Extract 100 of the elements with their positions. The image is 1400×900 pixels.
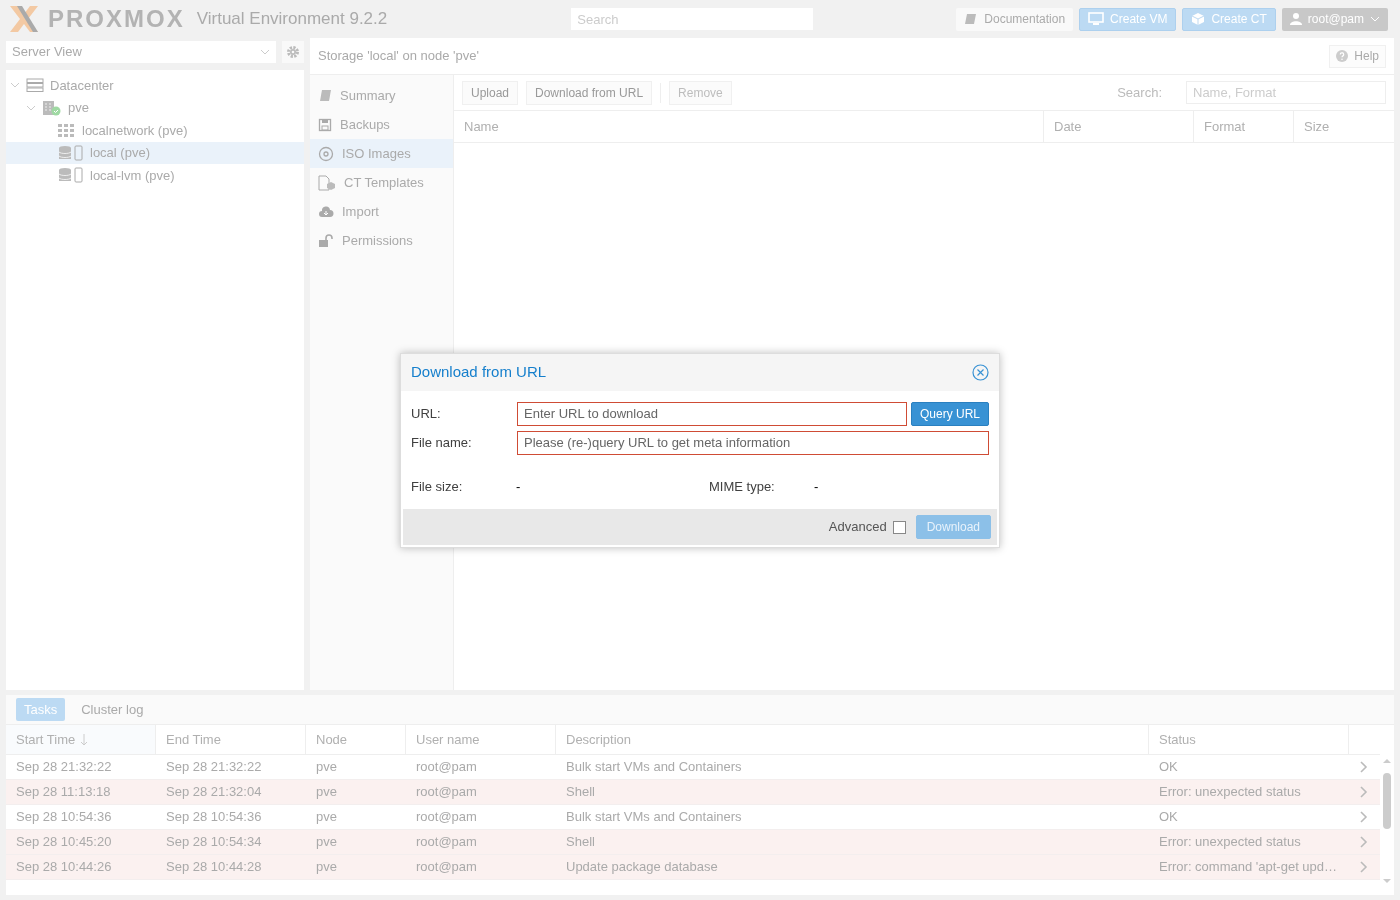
unlock-icon [318,233,334,248]
field-value: - [814,478,819,496]
help-button[interactable]: Help [1329,44,1386,68]
field-label: URL: [411,404,442,423]
column-header[interactable]: Status [1149,725,1349,754]
table-cell-text: Bulk start VMs and Containers [565,808,743,827]
caret-icon [260,48,270,56]
column-header[interactable]: Size [1293,111,1394,142]
table-cell-text: Shell [565,833,596,852]
logo-icon [8,4,40,34]
toolbar-button[interactable]: Download from URL [526,80,653,105]
table-cell-text: Sep 28 10:45:20 [15,833,113,852]
query-url-button[interactable]: Query URL [910,401,989,426]
tree-item[interactable]: Datacenter [6,74,304,97]
table-cell-text: Sep 28 10:44:26 [15,858,113,877]
tab[interactable]: Cluster log [73,698,152,721]
column-header[interactable]: User name [406,725,556,754]
nav-item[interactable]: Permissions [310,226,453,255]
chevron-right-icon [1360,811,1368,823]
monitor-icon [1088,12,1105,26]
field-label: File size: [411,478,464,496]
table-cell-text: pve [315,858,338,877]
view-dropdown[interactable]: Server View [6,41,276,63]
product-title: Virtual Environment 9.2.2 [196,8,388,31]
settings-icon [286,45,300,59]
close-icon [971,364,989,381]
table-cell-text: Sep 28 21:32:22 [165,758,263,777]
chevron-right-icon [1360,761,1368,773]
disc-icon [318,145,334,162]
table-cell-text: pve [315,783,338,802]
table-cell-text: Sep 28 10:44:28 [165,858,263,877]
column-header[interactable]: Start Time [6,725,156,754]
table-cell-text: root@pam [415,858,478,877]
table-cell-text: root@pam [415,833,478,852]
table-cell-text: Shell [565,783,596,802]
column-header[interactable]: Name [454,111,1043,142]
chevron-right-icon [1360,836,1368,848]
column-header[interactable]: Node [306,725,406,754]
table-cell-text: Update package database [565,858,719,877]
table-cell-text: Error: unexpected status [1158,783,1302,802]
table-cell-text: pve [315,833,338,852]
user-icon [1289,12,1302,26]
table-cell-text: Sep 28 21:32:04 [165,783,263,802]
task-row[interactable]: Sep 28 10:45:20 Sep 28 10:54:34 pve root@pam Shell Error: unexpected status [6,830,1380,855]
nav-item[interactable]: Import [310,197,453,226]
table-cell-text: pve [315,758,338,777]
tree-item[interactable]: local (pve) [6,141,304,164]
table-cell-text: root@pam [415,783,478,802]
floppy-icon [318,117,332,132]
settings-button[interactable] [282,41,304,63]
table-cell-text: Sep 28 11:13:18 [15,783,112,802]
caret-icon [1370,15,1380,23]
table-cell-text: root@pam [415,808,478,827]
text-field[interactable]: Please (re-)query URL to get meta information [517,430,989,455]
column-header[interactable]: Date [1043,111,1193,142]
nav-item[interactable]: Summary [310,81,453,110]
cube-icon [1191,12,1206,26]
documentation-button[interactable]: Documentation [956,7,1074,31]
column-header[interactable]: Description [556,725,1149,754]
tree-item[interactable]: local-lvm (pve) [6,164,304,187]
sort-down-icon [79,732,90,747]
panel-title: Storage 'local' on node 'pve' [318,47,479,66]
create-vm-button[interactable]: Create VM [1079,7,1177,31]
help-icon [1336,50,1349,62]
advanced-label: Advanced [828,518,887,537]
nav-item[interactable]: CT Templates [310,168,453,197]
table-cell-text: OK [1158,758,1179,777]
field-label: MIME type: [709,478,776,496]
task-row[interactable]: Sep 28 10:44:26 Sep 28 10:44:28 pve root@pam Update package database Error: command 'apt-get upd… [6,855,1380,880]
toolbar-button[interactable]: Upload [462,80,519,105]
chevron-right-icon [1360,786,1368,798]
database-icon [58,167,84,184]
logo-text: PROXMOX [48,7,185,31]
chevron-right-icon [1360,861,1368,873]
nav-item[interactable]: ISO Images [310,139,453,168]
table-cell-text: Error: command 'apt-get upd… [1158,858,1339,877]
tree-item[interactable]: localnetwork (pve) [6,119,304,142]
text-field[interactable]: Enter URL to download [517,401,907,426]
table-cell-text: Sep 28 10:54:36 [15,808,113,827]
task-row[interactable]: Sep 28 11:13:18 Sep 28 21:32:04 pve root@pam Shell Error: unexpected status [6,780,1380,805]
server-rack-icon [26,78,44,93]
table-cell-text: Sep 28 10:54:36 [165,808,263,827]
field-label: File name: [411,433,473,452]
close-button[interactable] [971,363,989,382]
column-header[interactable]: Format [1193,111,1293,142]
dialog-title: Download from URL [411,362,547,383]
column-header[interactable]: End Time [156,725,306,754]
cloud-download-icon [318,204,334,219]
field-value: - [516,478,522,496]
table-cell-text: root@pam [415,758,478,777]
advanced-checkbox[interactable] [892,520,906,534]
nav-item[interactable]: Backups [310,110,453,139]
create-ct-button[interactable]: Create CT [1182,7,1276,31]
table-cell-text: Sep 28 21:32:22 [15,758,113,777]
tab[interactable]: Tasks [16,698,66,721]
table-cell-text: Sep 28 10:54:34 [165,833,263,852]
table-cell-text: OK [1158,808,1179,827]
tree-item[interactable]: pve [6,96,304,119]
table-cell-text: Bulk start VMs and Containers [565,758,743,777]
search-label: Search: [1117,83,1162,102]
